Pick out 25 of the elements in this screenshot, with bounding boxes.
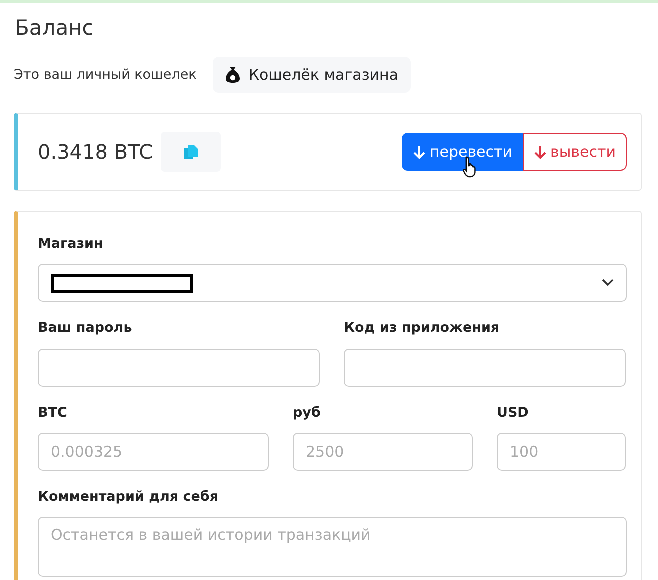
store-label: Магазин (38, 235, 104, 254)
input-field[interactable]: 100 (497, 432, 626, 471)
input-field[interactable] (344, 348, 626, 386)
arrow-down-icon (534, 144, 546, 160)
wallet-caption: Это ваш личный кошелек (14, 66, 197, 85)
balance-amount: 0.3418 BTC (38, 139, 154, 166)
field-label: Ваш пароль (38, 319, 134, 338)
page-title: Баланс (15, 15, 95, 42)
input-field[interactable]: 0.000325 (38, 432, 269, 471)
input-field[interactable] (38, 348, 320, 386)
field-label: BTC (38, 404, 68, 422)
arrow-down-icon (412, 144, 426, 160)
withdraw-button[interactable]: вывести (522, 133, 627, 171)
chevron-down-icon (602, 279, 614, 288)
input-field[interactable]: 2500 (293, 432, 473, 471)
store-select[interactable] (38, 264, 627, 302)
field-label: USD (497, 404, 530, 422)
copy-icon (183, 144, 200, 160)
money-bag-icon (224, 66, 241, 84)
field-label: Код из приложения (344, 319, 501, 338)
wallet-button[interactable]: Кошелёк магазина (212, 56, 411, 93)
comment-field[interactable]: Останется в вашей истории транзакций (38, 517, 627, 577)
comment-label: Комментарий для себя (38, 488, 220, 507)
copy-button[interactable] (161, 132, 222, 172)
field-label: руб (293, 404, 322, 422)
